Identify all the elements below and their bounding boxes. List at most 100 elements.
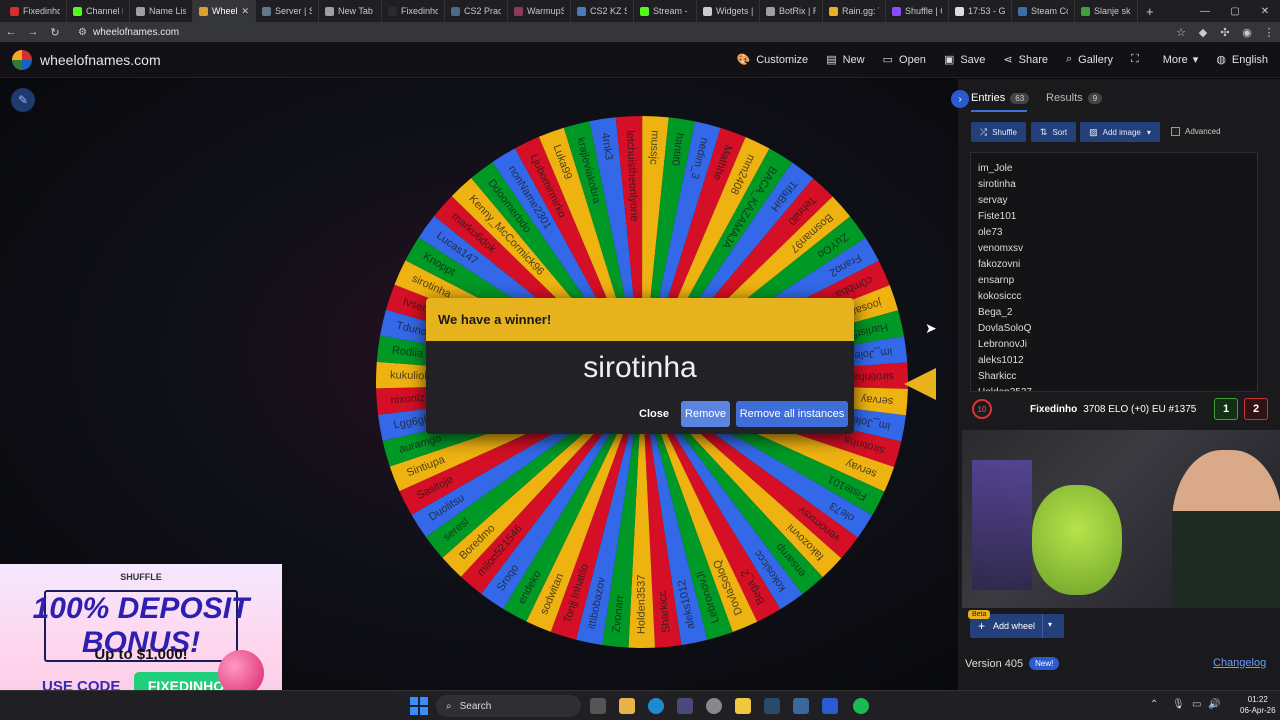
tab-title: Stream - K (653, 6, 690, 16)
menu-gallery[interactable]: ⌕ Gallery (1066, 53, 1113, 66)
browser-tab[interactable]: Wheel ✕ (193, 0, 256, 22)
entry-line[interactable]: fakozovni (971, 257, 1257, 273)
url-field[interactable]: wheelofnames.com (93, 27, 179, 38)
site-info-icon[interactable]: ⚙ (78, 27, 87, 38)
extension-icon[interactable]: ◆ (1192, 26, 1214, 39)
reload-icon[interactable]: ↻ (44, 26, 66, 39)
browser-tab[interactable]: CS2 Practi (445, 0, 508, 22)
minimize-icon[interactable]: — (1190, 6, 1220, 17)
browser-tab[interactable]: BotRix | Ra (760, 0, 823, 22)
new-badge: New! (1029, 657, 1060, 670)
network-icon[interactable]: ▭ (1192, 699, 1201, 710)
maximize-icon[interactable]: ▢ (1220, 6, 1250, 17)
browser-tab[interactable]: Shuffle | C (886, 0, 949, 22)
browser-tab[interactable]: Rain.gg: Tr (823, 0, 886, 22)
browser-tab[interactable]: Steam Cor (1012, 0, 1075, 22)
microphone-icon[interactable]: 🎙 (1172, 699, 1185, 710)
browser-tab[interactable]: Widgets | (697, 0, 760, 22)
browser-tab[interactable]: New Tab (319, 0, 382, 22)
browser-tab[interactable]: Stream - K (634, 0, 697, 22)
browser-tab[interactable]: CS2 KZ Ser (571, 0, 634, 22)
entry-line[interactable]: kokosiccc (971, 289, 1257, 305)
player-name: Fixedinho (1030, 403, 1078, 415)
back-icon[interactable]: ← (0, 26, 22, 38)
new-tab-button[interactable]: + (1138, 4, 1162, 19)
remove-button[interactable]: Remove (681, 401, 730, 427)
app-active-icon[interactable] (822, 698, 838, 714)
menu-share[interactable]: ⋖ Share (1003, 53, 1048, 67)
entry-line[interactable]: Sharkicc (971, 369, 1257, 385)
browser-tab[interactable]: 17:53 - Go (949, 0, 1012, 22)
entry-line[interactable]: servay (971, 193, 1257, 209)
browser-tab[interactable]: Server | SC (256, 0, 319, 22)
menu-english[interactable]: ◍ English (1216, 53, 1268, 67)
entry-line[interactable]: DovlaSoloQ (971, 321, 1257, 337)
kebab-menu-icon[interactable]: ⋮ (1258, 26, 1280, 39)
taskbar-search[interactable]: ⌕ Search (436, 695, 581, 717)
windows-start-icon[interactable] (410, 697, 428, 715)
collapse-panel-icon[interactable]: › (951, 90, 969, 108)
menu-more[interactable]: More ▾ (1163, 53, 1199, 67)
entry-line[interactable]: Bega_2 (971, 305, 1257, 321)
menu-new[interactable]: ▤ New (826, 53, 864, 67)
close-button[interactable]: Close (633, 401, 675, 427)
menu-fullscreen[interactable]: ⛶ (1131, 53, 1145, 66)
add-image-button[interactable]: ▨ Add image ▾ (1080, 122, 1160, 142)
tab-title: CS2 Practi (464, 6, 501, 16)
browser-tab[interactable]: Channel P (67, 0, 130, 22)
wheel-segment-label: sirotinha (851, 370, 894, 383)
edit-pencil-icon[interactable]: ✎ (11, 88, 35, 112)
browser-tab[interactable]: Fixedinho (4, 0, 67, 22)
store-icon[interactable] (677, 698, 693, 714)
sort-button[interactable]: ⇅ Sort (1031, 122, 1076, 142)
menu-label: Share (1018, 53, 1048, 66)
close-tab-icon[interactable]: ✕ (241, 6, 249, 17)
chrome-icon[interactable] (706, 698, 722, 714)
entry-line[interactable]: Holden3537 (971, 385, 1257, 391)
tab-title: Steam Cor (1031, 6, 1068, 16)
menu-open[interactable]: ▭ Open (883, 53, 926, 67)
entry-line[interactable]: sirotinha (971, 177, 1257, 193)
spotify-icon[interactable] (853, 698, 869, 714)
profile-icon[interactable]: ◉ (1236, 26, 1258, 39)
webcam-feed (962, 430, 1280, 608)
bookmark-star-icon[interactable]: ☆ (1170, 26, 1192, 39)
browser-tab[interactable]: Fixedinho (382, 0, 445, 22)
beta-badge: Beta (968, 610, 991, 619)
entry-line[interactable]: LebronovJi (971, 337, 1257, 353)
app-icon[interactable] (735, 698, 751, 714)
task-view-icon[interactable] (590, 698, 606, 714)
tab-results[interactable]: Results 9 (1046, 92, 1103, 104)
remove-all-instances-button[interactable]: Remove all instances (736, 401, 848, 427)
browser-tab[interactable]: Name List (130, 0, 193, 22)
puzzle-icon[interactable]: ✣ (1214, 26, 1236, 39)
browser-tab[interactable]: Slanje skin (1075, 0, 1138, 22)
edge-icon[interactable] (648, 698, 664, 714)
forward-icon[interactable]: → (22, 26, 44, 38)
chevron-down-icon[interactable]: ▾ (1048, 620, 1052, 629)
close-window-icon[interactable]: ✕ (1250, 6, 1280, 17)
entry-line[interactable]: ensarnp (971, 273, 1257, 289)
volume-icon[interactable]: 🔊 (1208, 699, 1220, 710)
steam-icon[interactable] (764, 698, 780, 714)
site-name[interactable]: wheelofnames.com (40, 52, 161, 68)
wheel-logo-icon[interactable] (12, 49, 32, 70)
advanced-checkbox[interactable]: Advanced (1171, 127, 1221, 136)
entry-line[interactable]: Fiste101 (971, 209, 1257, 225)
entry-line[interactable]: im_Jole (971, 161, 1257, 177)
entry-line[interactable]: venomxsv (971, 241, 1257, 257)
browser-tab[interactable]: WarmupSe (508, 0, 571, 22)
taskbar-clock[interactable]: 01:22 06-Apr-26 (1240, 694, 1276, 716)
tray-chevron-up-icon[interactable]: ⌃ (1150, 699, 1158, 710)
entry-line[interactable]: ole73 (971, 225, 1257, 241)
checkbox-box[interactable] (1171, 127, 1180, 136)
entry-line[interactable]: aleks1012 (971, 353, 1257, 369)
changelog-link[interactable]: Changelog (1213, 657, 1266, 669)
tab-entries[interactable]: Entries 63 (971, 92, 1030, 104)
file-explorer-icon[interactable] (619, 698, 635, 714)
photos-icon[interactable] (793, 698, 809, 714)
entries-textarea[interactable]: im_Jole sirotinha servay Fiste101 ole73 venom… (970, 152, 1258, 392)
shuffle-button[interactable]: ⤮ Shuffle (971, 122, 1026, 142)
menu-customize[interactable]: 🎨 Customize (737, 53, 809, 67)
menu-save[interactable]: ▣ Save (944, 53, 985, 67)
